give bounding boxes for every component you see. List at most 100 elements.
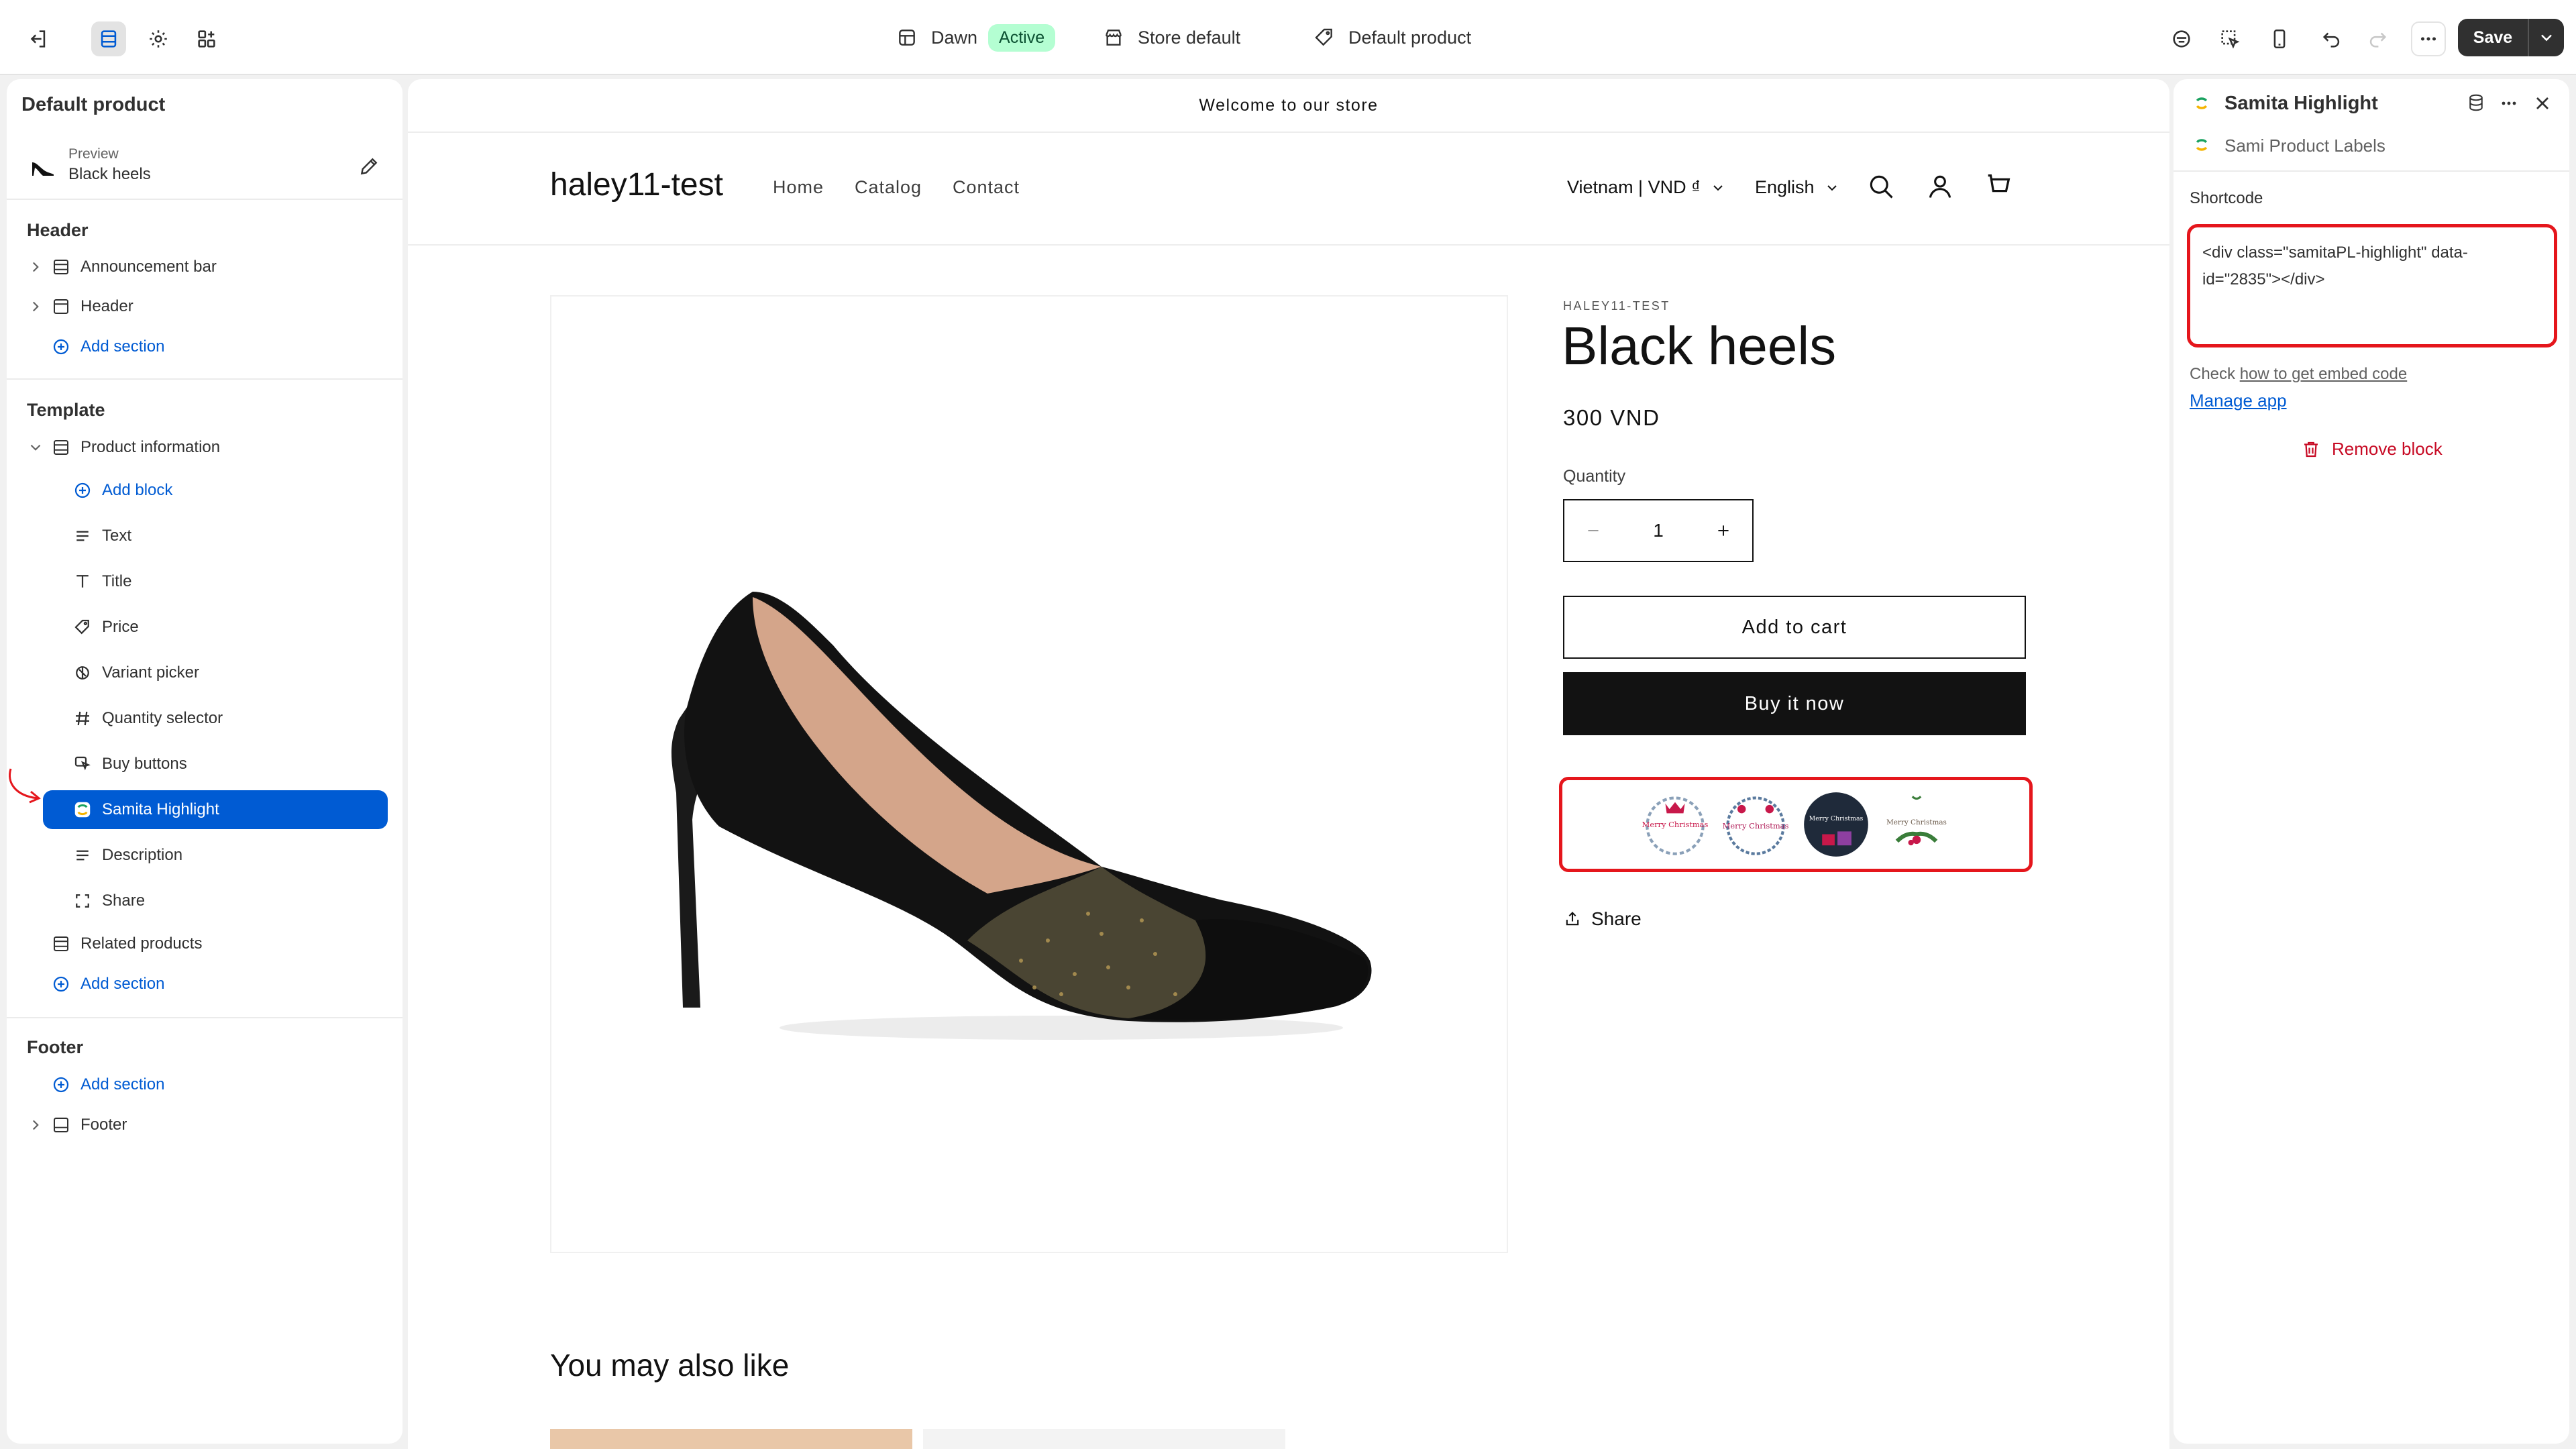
currency-label: Vietnam | VND ₫: [1567, 177, 1701, 197]
block-variant-picker[interactable]: Variant picker: [7, 653, 402, 692]
chevron-down-icon[interactable]: [27, 439, 44, 456]
chevron-right-icon[interactable]: [27, 298, 44, 315]
buy-it-now-button[interactable]: Buy it now: [1563, 672, 2026, 735]
add-section-button[interactable]: Add section: [7, 1065, 402, 1104]
add-section-button[interactable]: Add section: [7, 965, 402, 1004]
quantity-stepper[interactable]: 1: [1563, 499, 1754, 562]
nav-home[interactable]: Home: [773, 177, 824, 198]
xmas-label-wreath-pink[interactable]: Merry Christmas: [1640, 790, 1710, 859]
section-header[interactable]: Header: [7, 287, 402, 326]
store-logo[interactable]: haley11-test: [550, 166, 723, 203]
theme-name: Dawn: [931, 27, 978, 48]
section-product-information[interactable]: Product information: [7, 428, 402, 467]
shortcode-field[interactable]: <div class="samitaPL-highlight" data-id=…: [2187, 224, 2557, 347]
panel-title: Default product: [21, 94, 166, 115]
add-section-button[interactable]: Add section: [7, 327, 402, 366]
remove-block-button[interactable]: Remove block: [2301, 439, 2443, 460]
currency-selector[interactable]: Vietnam | VND ₫: [1567, 177, 1726, 198]
heel-thumbnail-icon: [32, 162, 54, 176]
gear-icon[interactable]: [141, 21, 176, 56]
add-block-label: Add block: [102, 481, 173, 499]
add-block-button[interactable]: Add block: [7, 471, 402, 510]
section-related-products[interactable]: Related products: [7, 924, 402, 963]
xmas-label-holly[interactable]: Merry Christmas: [1882, 790, 1951, 859]
nav-contact[interactable]: Contact: [953, 177, 1020, 198]
more-options-icon[interactable]: [2498, 93, 2520, 114]
minus-icon[interactable]: [1585, 522, 1602, 539]
text-icon: [76, 850, 89, 861]
save-button[interactable]: Save: [2458, 19, 2564, 56]
block-share[interactable]: Share: [7, 881, 402, 920]
theme-selector[interactable]: Dawn Active: [896, 20, 1056, 55]
pencil-icon[interactable]: [358, 156, 380, 177]
header-group-title: Header: [27, 220, 89, 240]
block-label: Quantity selector: [102, 709, 223, 727]
search-icon[interactable]: [1866, 172, 1896, 201]
pointer-arrow-icon: [9, 768, 41, 804]
section-layout-icon: [54, 1118, 68, 1132]
cart-icon[interactable]: [1983, 170, 2014, 201]
quantity-value[interactable]: 1: [1602, 520, 1715, 541]
add-to-cart-button[interactable]: Add to cart: [1563, 596, 2026, 659]
sections-icon[interactable]: [91, 21, 126, 56]
section-label: Related products: [80, 934, 203, 953]
chevron-right-icon[interactable]: [27, 1116, 44, 1134]
samita-app-icon: [74, 802, 91, 818]
store-selector[interactable]: Store default: [1103, 20, 1240, 55]
chevron-down-icon: [1827, 184, 1837, 191]
preview-product: Black heels: [68, 165, 151, 183]
block-price[interactable]: Price: [7, 608, 402, 647]
product-image[interactable]: [550, 295, 1508, 1253]
select-element-icon[interactable]: [2212, 21, 2247, 56]
embed-code-link[interactable]: how to get embed code: [2240, 365, 2408, 383]
xmas-label-dark-circle[interactable]: Merry Christmas: [1801, 790, 1871, 859]
language-selector[interactable]: English: [1755, 177, 1840, 198]
exit-icon[interactable]: [20, 21, 55, 56]
template-group-title: Template: [27, 400, 105, 420]
block-title: Samita Highlight: [2224, 93, 2378, 114]
inspector-icon[interactable]: [2164, 21, 2199, 56]
block-title[interactable]: Title: [7, 562, 402, 601]
database-icon[interactable]: [2466, 93, 2486, 113]
block-quantity-selector[interactable]: Quantity selector: [7, 699, 402, 738]
chevron-down-icon[interactable]: [2529, 28, 2564, 47]
undo-icon[interactable]: [2314, 21, 2349, 56]
close-icon[interactable]: [2532, 93, 2553, 114]
sections-panel: Default product Preview Black heels Head…: [7, 79, 402, 1444]
manage-app-link[interactable]: Manage app: [2190, 390, 2287, 411]
block-buy-buttons[interactable]: Buy buttons: [7, 745, 402, 784]
block-text[interactable]: Text: [7, 517, 402, 555]
recommended-product-image[interactable]: [923, 1429, 1285, 1449]
block-label: Buy buttons: [102, 755, 187, 773]
save-label: Save: [2473, 28, 2513, 47]
mobile-view-icon[interactable]: [2262, 21, 2297, 56]
samita-app-icon: [2194, 95, 2210, 111]
plus-circle-icon: [53, 976, 69, 992]
account-icon[interactable]: [1925, 172, 1955, 201]
block-samita-highlight[interactable]: Samita Highlight: [43, 790, 388, 829]
app-name[interactable]: Sami Product Labels: [2224, 136, 2385, 156]
share-button[interactable]: Share: [1563, 908, 1642, 930]
section-layout-icon: [54, 936, 68, 951]
add-section-label: Add section: [80, 975, 165, 993]
template-label: Default product: [1348, 27, 1472, 48]
hash-icon: [76, 711, 89, 726]
plus-icon[interactable]: [1715, 522, 1732, 539]
chevron-right-icon[interactable]: [27, 258, 44, 276]
section-layout-icon: [54, 440, 68, 455]
nav-catalog[interactable]: Catalog: [855, 177, 922, 198]
preview-selector[interactable]: Preview Black heels: [21, 141, 388, 191]
label-text: Merry Christmas: [1642, 820, 1709, 829]
template-selector[interactable]: Default product: [1313, 20, 1471, 55]
more-options-icon[interactable]: [2411, 21, 2446, 56]
recommended-product-image[interactable]: [550, 1429, 912, 1449]
redo-icon[interactable]: [2360, 21, 2395, 56]
store-label: Store default: [1138, 27, 1241, 48]
xmas-label-wreath-blue[interactable]: Merry Christmas: [1721, 790, 1790, 859]
section-footer[interactable]: Footer: [7, 1106, 402, 1144]
block-description[interactable]: Description: [7, 836, 402, 875]
plus-circle-icon: [53, 1077, 69, 1093]
section-announcement-bar[interactable]: Announcement bar: [7, 248, 402, 286]
apps-icon[interactable]: [189, 21, 224, 56]
section-label: Announcement bar: [80, 258, 217, 276]
